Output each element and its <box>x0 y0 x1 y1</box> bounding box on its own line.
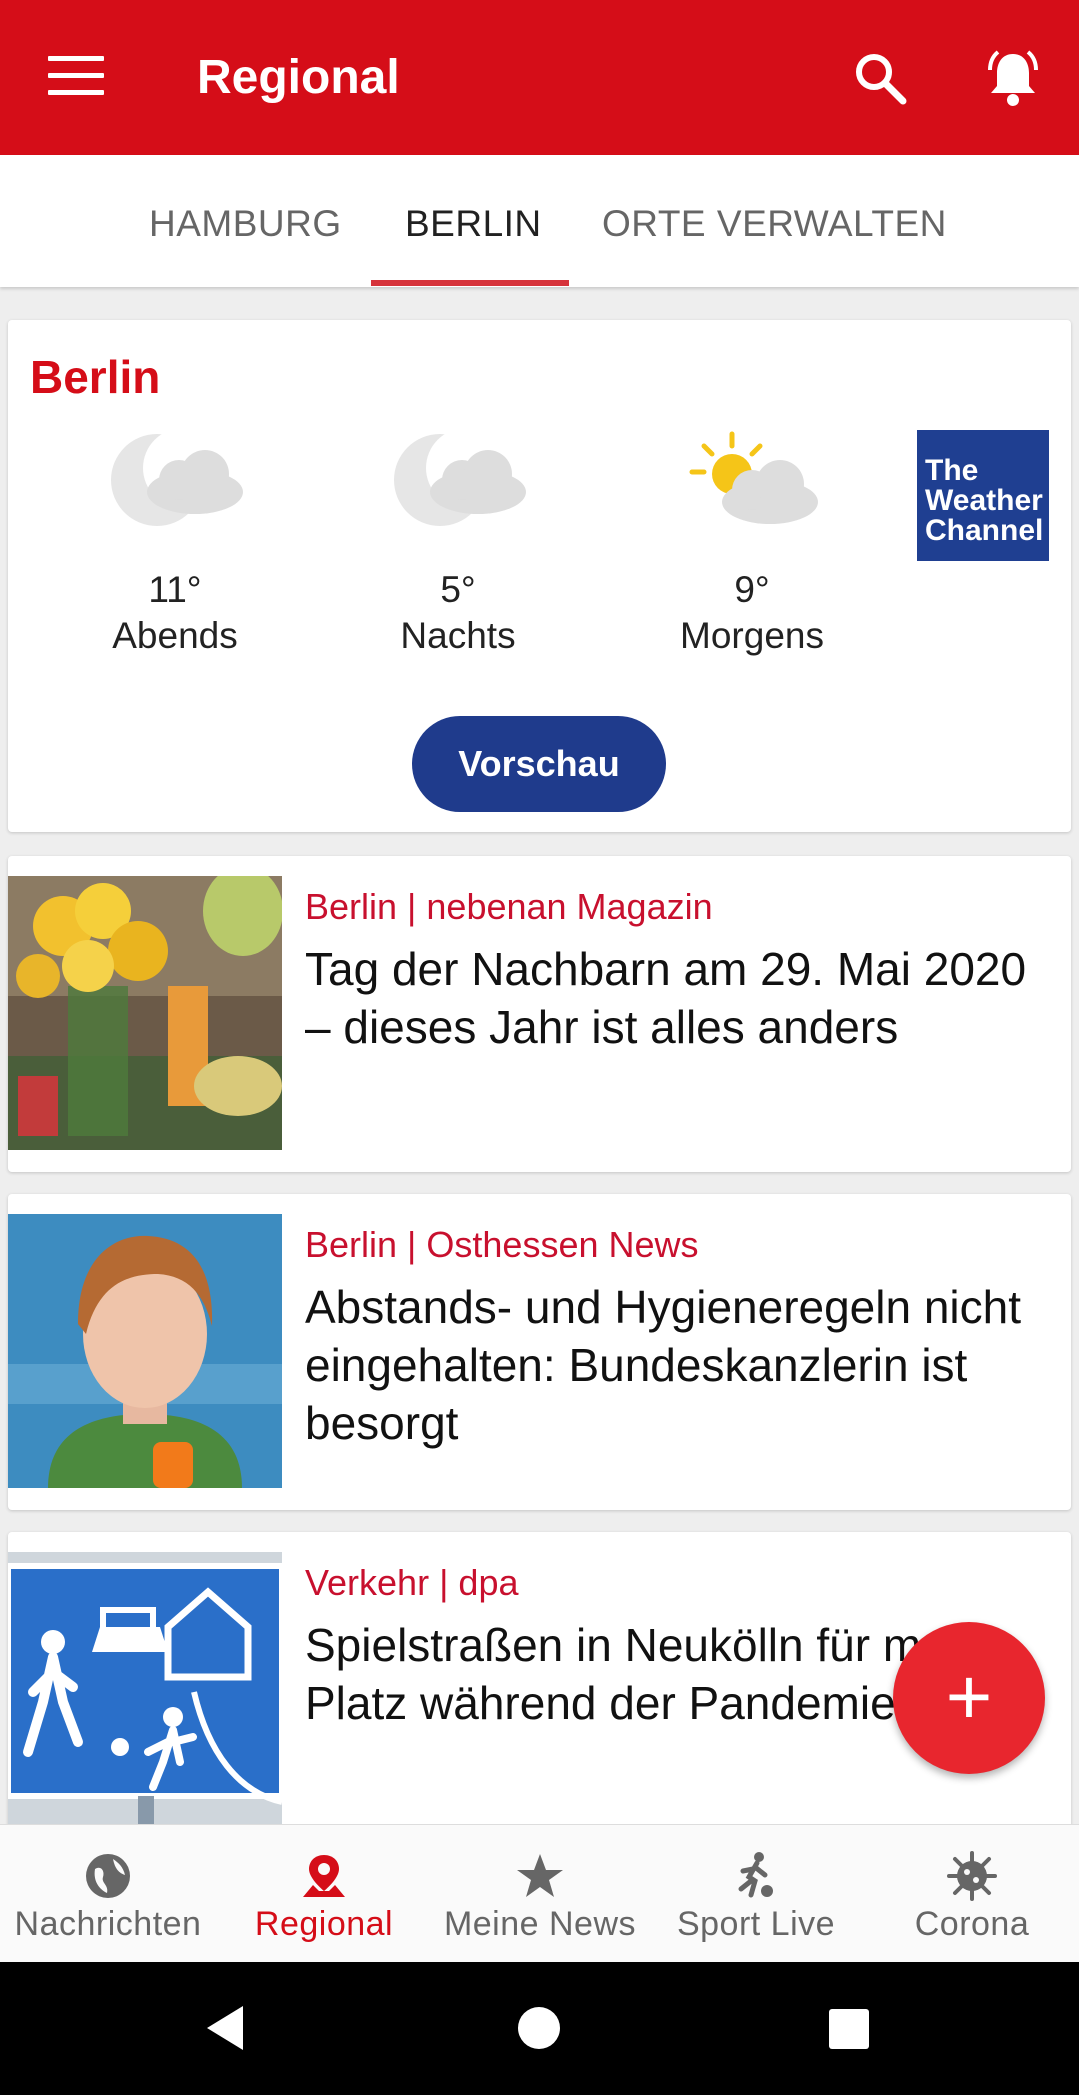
add-icon: + <box>945 1652 993 1741</box>
location-tabs: HAMBURG BERLIN ORTE VERWALTEN <box>0 155 1079 287</box>
weather-temp: 9° <box>734 569 770 610</box>
bottom-navigation: Nachrichten Regional Meine News Sport Li… <box>0 1824 1079 1962</box>
system-navigation-bar <box>0 1962 1079 2095</box>
tab-hamburg[interactable]: HAMBURG <box>149 203 342 245</box>
page-title: Regional <box>197 51 400 104</box>
star-icon <box>517 1854 563 1897</box>
globe-icon <box>86 1854 130 1898</box>
notification-bell-icon[interactable] <box>982 48 1044 108</box>
article-card[interactable]: Berlin | nebenan Magazin Tag der Nachbar… <box>8 856 1071 1172</box>
article-thumbnail <box>8 1552 282 1826</box>
nav-corona[interactable]: Corona <box>864 1825 1079 1963</box>
weather-forecast-morning: 9° Morgens <box>642 430 862 660</box>
article-headline[interactable]: Tag der Nachbarn am 29. Mai 2020 – diese… <box>305 940 1055 1056</box>
back-icon[interactable] <box>203 2004 247 2052</box>
weather-label: Morgens <box>680 615 824 656</box>
article-source: Verkehr | dpa <box>305 1562 519 1603</box>
nav-regional[interactable]: Regional <box>216 1825 432 1963</box>
tab-berlin[interactable]: BERLIN <box>405 203 542 245</box>
weather-city: Berlin <box>30 351 161 403</box>
soccer-player-icon <box>738 1852 773 1898</box>
article-source: Berlin | Osthessen News <box>305 1224 699 1265</box>
app-bar: Regional <box>0 0 1079 155</box>
weather-label: Nachts <box>400 615 516 656</box>
virus-icon <box>947 1851 997 1901</box>
tab-orte-verwalten[interactable]: ORTE VERWALTEN <box>602 203 947 245</box>
preview-button[interactable]: Vorschau <box>412 716 666 812</box>
weather-forecast-evening: 11° Abends <box>65 430 285 660</box>
article-source: Berlin | nebenan Magazin <box>305 886 713 927</box>
weather-channel-logo[interactable]: The Weather Channel <box>917 430 1049 561</box>
article-headline[interactable]: Abstands- und Hygieneregeln nicht eingeh… <box>305 1278 1055 1452</box>
recents-icon[interactable] <box>827 2007 871 2051</box>
moon-cloud-icon <box>394 430 526 526</box>
article-card[interactable]: Berlin | Osthessen News Abstands- und Hy… <box>8 1194 1071 1510</box>
add-button[interactable]: + <box>893 1622 1045 1774</box>
article-thumbnail <box>8 1214 282 1488</box>
search-icon[interactable] <box>852 50 908 106</box>
sun-cloud-icon <box>689 431 818 524</box>
weather-label: Abends <box>112 615 238 656</box>
weather-temp: 5° <box>440 569 476 610</box>
active-tab-indicator <box>371 280 569 286</box>
weather-forecast-night: 5° Nachts <box>348 430 568 660</box>
weather-card: Berlin 11° Abends 5° Nachts 9° Morgens T… <box>8 320 1071 832</box>
weather-temp: 11° <box>148 569 202 610</box>
home-icon[interactable] <box>516 2005 562 2051</box>
moon-cloud-icon <box>111 430 243 526</box>
nav-sport-live[interactable]: Sport Live <box>648 1825 864 1963</box>
nav-meine-news[interactable]: Meine News <box>432 1825 648 1963</box>
nav-nachrichten[interactable]: Nachrichten <box>0 1825 216 1963</box>
hamburger-menu-icon[interactable] <box>48 56 104 96</box>
location-pin-icon <box>303 1855 345 1897</box>
article-thumbnail <box>8 876 282 1150</box>
